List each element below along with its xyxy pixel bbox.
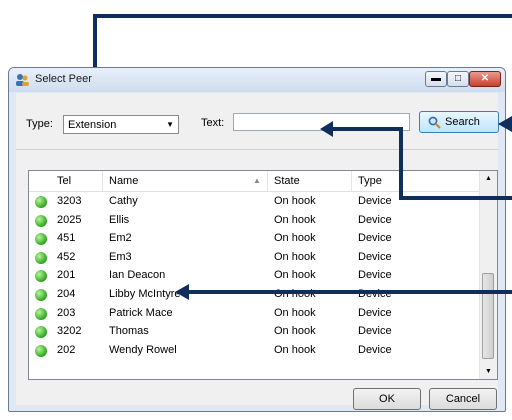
row-type: Device bbox=[358, 343, 392, 356]
row-type: Device bbox=[358, 195, 392, 207]
annotation-arrow-line bbox=[188, 290, 512, 294]
row-name: Ian Deacon bbox=[109, 269, 166, 282]
row-tel: 3202 bbox=[57, 325, 82, 338]
close-button[interactable]: ✕ bbox=[469, 71, 501, 87]
ok-button[interactable]: OK bbox=[353, 388, 421, 410]
maximize-icon: □ bbox=[454, 73, 462, 84]
row-type: Device bbox=[358, 269, 392, 282]
row-tel: 452 bbox=[57, 250, 76, 263]
annotation-arrow-line bbox=[93, 14, 512, 18]
row-state: On hook bbox=[274, 250, 316, 263]
annotation-arrow-line bbox=[399, 196, 512, 200]
scroll-down-icon[interactable]: ▼ bbox=[480, 368, 497, 375]
row-type: Device bbox=[358, 232, 392, 245]
row-name: Ellis bbox=[109, 213, 130, 226]
column-header-tel[interactable]: Tel bbox=[29, 171, 103, 191]
row-type: Device bbox=[358, 325, 392, 338]
status-on-hook-icon bbox=[35, 307, 47, 320]
row-type: Device bbox=[358, 306, 392, 319]
dialog-body: Type: Extension ▼ Text: Search Tel Name … bbox=[16, 93, 499, 410]
column-header-name-label: Name bbox=[109, 175, 139, 187]
text-label: Text: bbox=[201, 117, 225, 129]
row-state: On hook bbox=[274, 343, 316, 356]
row-name: Patrick Mace bbox=[109, 306, 173, 319]
users-icon bbox=[16, 74, 29, 86]
select-peer-dialog: Select Peer ▬ □ ✕ Type: Extension ▼ Text… bbox=[8, 67, 506, 412]
row-tel: 202 bbox=[57, 343, 76, 356]
status-on-hook-icon bbox=[35, 251, 47, 264]
minimize-button[interactable]: ▬ bbox=[425, 71, 447, 87]
table-row[interactable]: 451 Em2 On hook Device bbox=[29, 230, 481, 248]
column-header-state[interactable]: State bbox=[268, 171, 352, 191]
cancel-button[interactable]: Cancel bbox=[429, 388, 497, 410]
table-row[interactable]: 202 Wendy Rowel On hook Device bbox=[29, 342, 481, 360]
search-icon bbox=[428, 116, 441, 129]
annotation-arrow-line bbox=[93, 14, 97, 74]
column-header-type[interactable]: Type bbox=[352, 171, 481, 191]
row-state: On hook bbox=[274, 269, 316, 282]
list-header: Tel Name ▲ State Type bbox=[29, 171, 481, 192]
status-on-hook-icon bbox=[35, 233, 47, 246]
title-bar: Select Peer ▬ □ ✕ bbox=[9, 68, 505, 92]
scroll-up-icon[interactable]: ▲ bbox=[480, 175, 497, 182]
column-header-name[interactable]: Name ▲ bbox=[103, 171, 268, 191]
status-on-hook-icon bbox=[35, 289, 47, 301]
row-tel: 2025 bbox=[57, 213, 82, 226]
type-dropdown[interactable]: Extension ▼ bbox=[63, 115, 179, 134]
status-on-hook-icon bbox=[35, 196, 47, 208]
row-tel: 451 bbox=[57, 232, 76, 245]
annotation-arrow-line bbox=[399, 127, 403, 200]
row-name: Em3 bbox=[109, 250, 132, 263]
row-state: On hook bbox=[274, 325, 316, 338]
minimize-icon: ▬ bbox=[431, 73, 441, 84]
scrollbar-thumb[interactable] bbox=[482, 273, 494, 359]
search-button-label: Search bbox=[445, 116, 480, 128]
row-state: On hook bbox=[274, 213, 316, 226]
window-title: Select Peer bbox=[35, 73, 92, 85]
row-tel: 201 bbox=[57, 269, 76, 282]
annotation-arrowhead bbox=[320, 121, 333, 137]
chevron-down-icon: ▼ bbox=[166, 120, 174, 129]
table-row[interactable]: 201 Ian Deacon On hook Device bbox=[29, 267, 481, 285]
row-tel: 203 bbox=[57, 306, 76, 319]
maximize-button[interactable]: □ bbox=[447, 71, 469, 87]
search-button[interactable]: Search bbox=[419, 111, 499, 133]
row-name: Cathy bbox=[109, 195, 138, 207]
annotation-arrowhead bbox=[498, 116, 512, 132]
row-name: Libby McIntyre bbox=[109, 288, 181, 300]
close-icon: ✕ bbox=[480, 73, 490, 84]
row-name: Wendy Rowel bbox=[109, 343, 177, 356]
row-tel: 3203 bbox=[57, 195, 82, 207]
row-type: Device bbox=[358, 250, 392, 263]
type-label: Type: bbox=[26, 118, 53, 130]
row-state: On hook bbox=[274, 195, 316, 207]
annotation-arrowhead bbox=[175, 284, 189, 300]
type-dropdown-value: Extension bbox=[68, 119, 117, 131]
status-on-hook-icon bbox=[35, 344, 47, 357]
vertical-scrollbar[interactable]: ▲ ▼ bbox=[479, 171, 497, 379]
status-on-hook-icon bbox=[35, 326, 47, 339]
table-row[interactable]: 203 Patrick Mace On hook Device bbox=[29, 305, 481, 323]
table-row[interactable]: 452 Em3 On hook Device bbox=[29, 249, 481, 267]
peer-list[interactable]: Tel Name ▲ State Type 3203 Cathy On hook De… bbox=[28, 170, 498, 380]
row-tel: 204 bbox=[57, 288, 76, 300]
annotation-arrow-line bbox=[333, 127, 403, 131]
status-on-hook-icon bbox=[35, 270, 47, 283]
row-state: On hook bbox=[274, 306, 316, 319]
row-state: On hook bbox=[274, 232, 316, 245]
sort-ascending-icon: ▲ bbox=[253, 176, 261, 185]
divider bbox=[16, 149, 498, 150]
table-row[interactable]: 204 Libby McIntyre On hook Device bbox=[29, 286, 481, 304]
table-row[interactable]: 3202 Thomas On hook Device bbox=[29, 323, 481, 341]
row-name: Em2 bbox=[109, 232, 132, 245]
row-name: Thomas bbox=[109, 325, 149, 338]
table-row[interactable]: 2025 Ellis On hook Device bbox=[29, 212, 481, 230]
status-on-hook-icon bbox=[35, 214, 47, 227]
row-type: Device bbox=[358, 213, 392, 226]
